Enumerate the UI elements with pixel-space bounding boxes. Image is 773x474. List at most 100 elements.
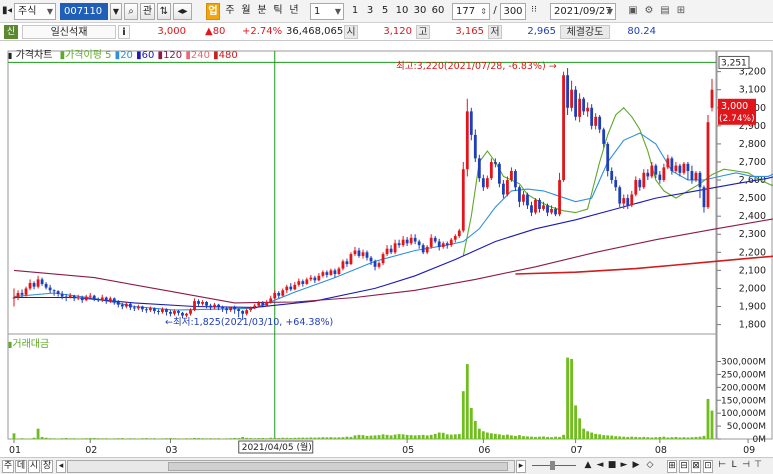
period-day-button[interactable]: 주 [224, 3, 236, 20]
grid-icon-3[interactable]: ⊠ [691, 460, 701, 473]
period-year-button[interactable]: 년 [288, 3, 300, 20]
date-picker[interactable]: 2021/09/27 ▼ [550, 3, 616, 20]
x-tick-label: 05 [402, 445, 414, 456]
search-icon[interactable]: ⌕ [124, 3, 138, 20]
prev-next-button[interactable]: ◂▸ [173, 3, 192, 20]
scroll-left-button[interactable]: ◂ [56, 460, 66, 473]
volume-bar [36, 428, 40, 439]
total-count-input[interactable]: 300 [500, 3, 526, 20]
candle-body [542, 205, 545, 209]
interval-5-button[interactable]: 5 [380, 3, 390, 20]
right-triangle-icon[interactable]: ► [619, 460, 629, 473]
up-triangle-icon[interactable]: ▲ [583, 460, 593, 473]
play-icon[interactable]: ▶ [631, 460, 641, 473]
volume-bar [554, 436, 557, 439]
sort-button[interactable]: ⇅ [157, 3, 171, 20]
volume-bar [148, 438, 152, 439]
grid-icon-4[interactable]: ⊡ [703, 460, 713, 473]
interval-60-button[interactable]: 60 [431, 3, 445, 20]
chart-settings-icon[interactable]: ▣ [626, 3, 640, 20]
grid-icon-2[interactable]: ⊟ [679, 460, 689, 473]
candle-body [405, 239, 409, 244]
log-scale-icon[interactable]: L [729, 460, 739, 473]
candle-body [642, 172, 646, 188]
scroll-right-button[interactable]: ▸ [516, 460, 526, 473]
chart-scrollbar[interactable] [67, 460, 515, 473]
pin-icon[interactable]: ⊤ [753, 460, 763, 473]
scrollbar-thumb[interactable] [168, 462, 508, 471]
volume-bar [317, 437, 321, 439]
volume-bar [305, 437, 309, 439]
interval-10-button[interactable]: 10 [395, 3, 409, 20]
open-price: 3,120 [383, 26, 412, 37]
layout-icon[interactable]: ▤ [658, 3, 672, 20]
stock-code-input[interactable]: 007110 [60, 3, 108, 20]
volume-bar [153, 438, 156, 439]
range-icon[interactable]: ⁝⁝ [528, 3, 540, 20]
candle-body [124, 303, 128, 307]
info-icon[interactable]: i [118, 25, 130, 39]
candle-body [662, 167, 666, 181]
candle-body [265, 301, 269, 306]
volume-tick-label: 300,000M [721, 358, 766, 368]
menu-pin-icon[interactable]: ▮◂ [2, 3, 12, 20]
watchlist-button[interactable]: 관 [140, 3, 155, 20]
interval-1-button[interactable]: 1 [350, 3, 360, 20]
volume-bar [20, 438, 24, 439]
volume-bar [566, 357, 569, 439]
candle-body [514, 171, 517, 188]
diamond-icon[interactable]: ◇ [645, 460, 655, 473]
left-triangle-icon[interactable]: ◄ [595, 460, 605, 473]
volume-bar [193, 437, 196, 439]
market-select[interactable]: 주식 ▼ [14, 3, 56, 20]
volume-bar [72, 438, 76, 439]
zoom-slider[interactable] [530, 460, 580, 473]
up-tag[interactable]: 업 [206, 3, 220, 20]
stock-chart[interactable]: 3,2003,1003,0002,9002,8002,7002,6002,500… [0, 41, 773, 457]
volume-bar [241, 436, 245, 439]
volume-bar [562, 434, 565, 439]
candle-body [397, 243, 401, 246]
period-tick-button[interactable]: 틱 [272, 3, 284, 20]
volume-bar [309, 437, 313, 439]
candle-body [293, 284, 297, 290]
volume-bar [421, 434, 425, 439]
shift-right-icon[interactable]: ⊣ [741, 460, 751, 473]
candle-body [253, 305, 257, 308]
tools-icon[interactable]: ⊞ [674, 3, 688, 20]
chart-area[interactable]: 3,2003,1003,0002,9002,8002,7002,6002,500… [0, 41, 773, 457]
volume-bar [405, 434, 409, 439]
interval-3-button[interactable]: 3 [365, 3, 375, 20]
volume-bar [518, 435, 521, 439]
shift-left-icon[interactable]: ⊢ [717, 460, 727, 473]
volume-bar [614, 436, 618, 439]
candle-body [309, 277, 313, 280]
period-minute-button[interactable]: 분 [256, 3, 268, 20]
volume-bar [333, 437, 337, 439]
code-dropdown-button[interactable]: ▼ [110, 3, 122, 20]
interval-select[interactable]: 1 ▼ [310, 3, 344, 20]
period-month-button[interactable]: 월 [240, 3, 252, 20]
gear-icon[interactable]: ⚙ [642, 3, 656, 20]
bottom-btn-3[interactable]: 시 [28, 460, 40, 473]
volume-bar [469, 408, 473, 439]
volume-bar [197, 438, 200, 439]
interval-30-button[interactable]: 30 [413, 3, 427, 20]
candle-body [193, 301, 196, 311]
bottom-btn-2[interactable]: 데 [15, 460, 27, 473]
count-input[interactable]: 177 ⇕ [452, 3, 490, 20]
candle-body [249, 307, 253, 311]
candle-body [92, 295, 96, 300]
candle-body [68, 295, 72, 298]
bottom-btn-1[interactable]: 주 [2, 460, 14, 473]
price-chart-title: 가격차트 [15, 50, 53, 61]
stock-name: 일신석재 [22, 25, 116, 39]
candle-body [530, 205, 533, 213]
volume-tick-label: 250,000M [721, 370, 766, 380]
bottom-btn-4[interactable]: 장 [41, 460, 53, 473]
stop-icon[interactable]: ■ [607, 460, 617, 473]
volume-bar [361, 435, 365, 439]
volume-bar [558, 436, 561, 439]
grid-icon-1[interactable]: ⊞ [667, 460, 677, 473]
volume-bar [64, 437, 68, 439]
